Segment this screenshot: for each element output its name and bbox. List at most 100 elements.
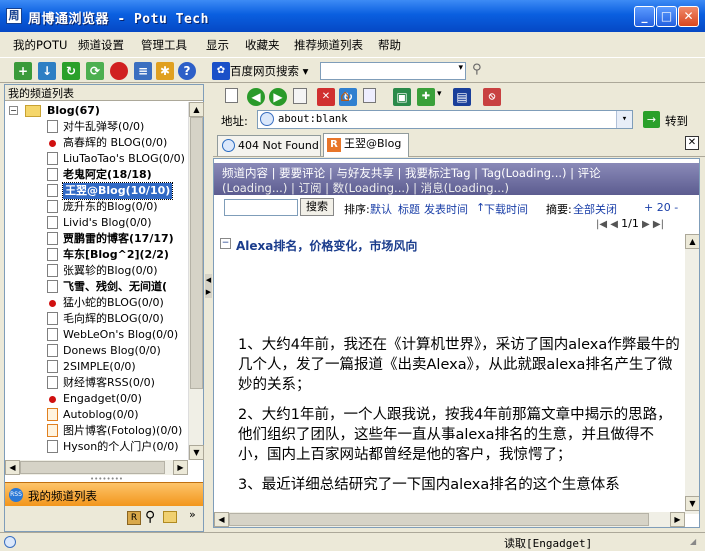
import-icon[interactable]: ↓: [38, 62, 56, 80]
feed-page-icon: [47, 312, 58, 325]
filter-search-input[interactable]: [224, 199, 298, 216]
plugin-icon[interactable]: ✚: [417, 88, 435, 106]
address-input[interactable]: about:blank ▾: [257, 110, 633, 129]
home-icon[interactable]: ⌂: [340, 86, 350, 105]
channel-info-icon[interactable]: R: [127, 511, 141, 525]
content-scroll-down-icon[interactable]: ▼: [685, 496, 699, 511]
tab-404-not-found[interactable]: 404 Not Found: [217, 135, 321, 156]
article-title[interactable]: Alexa排名，价格变化，市场风向: [236, 237, 417, 254]
search-engine-select[interactable]: 百度网页搜索 ▾: [230, 63, 308, 79]
go-arrow-icon: →: [643, 111, 660, 128]
prev-page-icon[interactable]: ◀: [610, 219, 618, 230]
hscroll-thumb[interactable]: [20, 461, 165, 474]
menu-recommended-channels[interactable]: 推荐频道列表: [294, 37, 363, 53]
tree-vertical-scrollbar[interactable]: ▲ ▼: [188, 102, 204, 460]
channel-list-footer[interactable]: RSS 我的频道列表: [5, 482, 203, 506]
collapse-left-icon[interactable]: ◀ ▶: [205, 274, 212, 298]
scroll-down-icon[interactable]: ▼: [189, 445, 204, 460]
channel-nav-links-2[interactable]: (Loading...) | 订阅 | 数(Loading...) | 消息(L…: [222, 180, 509, 195]
forward-icon[interactable]: ▶: [269, 88, 287, 106]
filter-row: 搜索 排序: 默认 标题 发表时间 ↑ 下载时间 摘要: 全部关闭 + 20 -: [214, 197, 684, 219]
maximize-button[interactable]: □: [656, 6, 677, 27]
sort-publish-time[interactable]: 发表时间: [424, 201, 468, 217]
scroll-up-icon[interactable]: ▲: [189, 102, 204, 117]
back-icon[interactable]: ◀: [247, 88, 265, 106]
search-dropdown-icon[interactable]: ▾: [458, 63, 463, 73]
new-page-icon[interactable]: [225, 88, 238, 103]
content-hscroll-thumb[interactable]: [229, 513, 649, 526]
content-vertical-scrollbar[interactable]: ▲ ▼: [685, 234, 699, 514]
menu-manage-tools[interactable]: 管理工具: [141, 37, 187, 53]
next-page-icon[interactable]: ▶: [642, 219, 650, 230]
help-icon[interactable]: ?: [178, 62, 196, 80]
page-size-control[interactable]: + 20 -: [644, 201, 678, 214]
feed-page-icon: [47, 280, 58, 293]
resize-corner-icon[interactable]: ◢: [690, 537, 696, 546]
settings-icon[interactable]: ✱: [156, 62, 174, 80]
scroll-left-icon[interactable]: ◀: [5, 460, 20, 475]
content-scroll-right-icon[interactable]: ▶: [670, 512, 685, 527]
panel-splitter[interactable]: ◀ ▶: [204, 84, 213, 532]
list-icon[interactable]: ≡: [134, 62, 152, 80]
menu-channel-settings[interactable]: 频道设置: [78, 37, 124, 53]
add-channel-icon[interactable]: +: [14, 62, 32, 80]
collapse-icon[interactable]: −: [9, 106, 18, 115]
last-page-icon[interactable]: ▶|: [653, 219, 664, 230]
tree-horizontal-scrollbar[interactable]: ◀ ▶: [5, 460, 188, 475]
block-popup-icon[interactable]: ⦸: [483, 88, 501, 106]
sort-title[interactable]: 标题: [398, 201, 420, 217]
search-go-icon[interactable]: ⚲: [472, 62, 482, 77]
feed-page-icon: [47, 424, 58, 437]
content-scroll-left-icon[interactable]: ◀: [214, 512, 229, 527]
address-dropdown-icon[interactable]: ▾: [616, 111, 632, 128]
filter-search-button[interactable]: 搜索: [300, 198, 334, 216]
close-button[interactable]: ✕: [678, 6, 699, 27]
tab-wang-yi-blog[interactable]: R 王翌@Blog: [323, 133, 409, 157]
feed-page-icon: [47, 152, 58, 165]
channel-list-footer-label: 我的频道列表: [28, 489, 97, 503]
search-input[interactable]: ▾: [320, 62, 466, 80]
minimize-button[interactable]: _: [634, 6, 655, 27]
sort-download-time[interactable]: 下载时间: [484, 201, 528, 217]
menu-my-potu[interactable]: 我的POTU: [13, 37, 67, 53]
page-globe-icon: [260, 112, 274, 126]
plugin-dropdown-icon[interactable]: ▾: [437, 89, 442, 99]
go-button[interactable]: → 转到: [641, 110, 703, 130]
menu-favorites[interactable]: 收藏夹: [245, 37, 280, 53]
scroll-right-icon[interactable]: ▶: [173, 460, 188, 475]
channel-item-label: 庞升东的Blog(0/0): [63, 200, 158, 213]
channel-icon[interactable]: ▣: [393, 88, 411, 106]
content-scroll-up-icon[interactable]: ▲: [685, 234, 699, 249]
scroll-thumb[interactable]: [190, 117, 203, 389]
unread-dot-icon: [49, 396, 56, 403]
update-all-icon[interactable]: ⟳: [86, 62, 104, 80]
channel-item-label: 毛向辉的BLOG(0/0): [63, 312, 164, 325]
feed-page-icon: [47, 440, 58, 453]
page-indicator: 1/1: [621, 217, 639, 230]
window-icon[interactable]: ▤: [453, 88, 471, 106]
channel-item-label: WebLeOn's Blog(0/0): [63, 328, 179, 341]
content-horizontal-scrollbar[interactable]: ◀ ▶: [214, 512, 685, 527]
article-body: 1、大约4年前，我还在《计算机世界》，采访了国内alexa作弊最牛的几个人，发了…: [238, 335, 682, 527]
expand-more-icon[interactable]: »: [189, 508, 196, 521]
stop-page-icon[interactable]: ✕: [317, 88, 335, 106]
page-icon[interactable]: [293, 88, 307, 104]
browser-toolbar: ◀ ▶ ✕ ↻ ⌂ ▣ ✚ ▾ ▤ ⦸: [213, 84, 705, 108]
unread-dot-icon: [49, 300, 56, 307]
stop-icon[interactable]: [110, 62, 128, 80]
channel-item-label: 王翌@Blog(10/10): [61, 182, 174, 200]
summary-toggle[interactable]: 全部关闭: [573, 201, 617, 217]
menu-view[interactable]: 显示: [206, 37, 229, 53]
mail-icon[interactable]: [163, 511, 177, 523]
menu-help[interactable]: 帮助: [378, 37, 401, 53]
feed-page-icon: [47, 264, 58, 277]
first-page-icon[interactable]: |◀: [596, 219, 607, 230]
channel-nav-links[interactable]: 频道内容 | 要要评论 | 与好友共享 | 我要标注Tag | Tag(Load…: [222, 165, 601, 181]
article-collapse-icon[interactable]: −: [220, 238, 231, 249]
refresh-icon[interactable]: ↻: [62, 62, 80, 80]
channel-item-label: Hyson的个人门户(0/0): [63, 440, 179, 453]
find-icon[interactable]: ⚲: [145, 509, 155, 525]
close-tab-icon[interactable]: ✕: [685, 136, 699, 150]
print-preview-icon[interactable]: [363, 88, 376, 103]
sort-default[interactable]: 默认: [370, 201, 392, 217]
